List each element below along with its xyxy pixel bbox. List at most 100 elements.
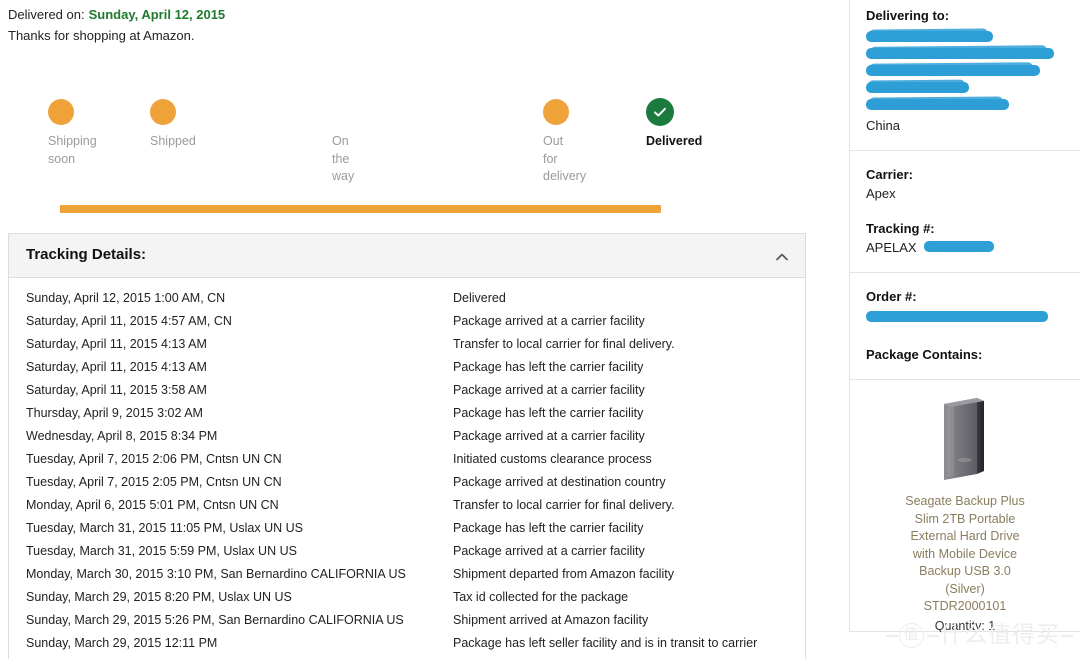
shipment-progress-tracker: Shipping soon Shipped On the way Out for… (0, 95, 845, 213)
tracking-event-timestamp: Monday, April 6, 2015 5:01 PM, Cntsn UN … (26, 498, 279, 512)
tracking-event-timestamp: Sunday, March 29, 2015 5:26 PM, San Bern… (26, 613, 404, 627)
tracker-label-on-the-way: On the way (332, 134, 355, 183)
tracking-event-row: Tuesday, March 31, 2015 11:05 PM, Uslax … (9, 517, 805, 540)
tracker-dot-delivered (646, 98, 674, 126)
tracking-event-row: Tuesday, April 7, 2015 2:06 PM, Cntsn UN… (9, 448, 805, 471)
redaction-stroke (866, 48, 1055, 59)
tracking-event-status: Package arrived at a carrier facility (453, 429, 645, 443)
tracking-event-row: Monday, April 6, 2015 5:01 PM, Cntsn UN … (9, 494, 805, 517)
tracking-event-timestamp: Tuesday, April 7, 2015 2:06 PM, Cntsn UN… (26, 452, 282, 466)
tracking-event-row: Monday, March 30, 2015 3:10 PM, San Bern… (9, 563, 805, 586)
tracker-label-shipped: Shipped (150, 134, 196, 148)
order-tracking-main: Delivered on: Sunday, April 12, 2015 Than… (0, 0, 845, 659)
watermark-dash (886, 634, 898, 637)
redaction-stroke (866, 31, 993, 42)
tracking-event-status: Package has left the carrier facility (453, 406, 644, 420)
tracking-event-status: Transfer to local carrier for final deli… (453, 337, 675, 351)
tracking-event-row: Sunday, March 29, 2015 8:20 PM, Uslax UN… (9, 586, 805, 609)
tracking-event-timestamp: Monday, March 30, 2015 3:10 PM, San Bern… (26, 567, 406, 581)
site-watermark: 值什么值得买 (885, 615, 1074, 649)
tracking-event-timestamp: Sunday, March 29, 2015 8:20 PM, Uslax UN… (26, 590, 292, 604)
tracker-dot-out-for-delivery (543, 99, 569, 125)
tracking-event-row: Tuesday, March 31, 2015 5:59 PM, Uslax U… (9, 540, 805, 563)
watermark-circle-glyph: 值 (899, 623, 924, 648)
redaction-stroke (866, 82, 969, 93)
tracking-event-status: Package arrived at a carrier facility (453, 544, 645, 558)
order-number-heading: Order #: (866, 289, 917, 304)
tracking-event-row: Sunday, April 12, 2015 1:00 AM, CN Delive… (9, 287, 805, 310)
chevron-up-icon[interactable] (773, 248, 791, 266)
tracking-event-timestamp: Saturday, April 11, 2015 3:58 AM (26, 383, 207, 397)
tracking-event-row: Sunday, March 29, 2015 12:11 PM Package h… (9, 632, 805, 655)
tracking-event-status: Shipment arrived at Amazon facility (453, 613, 649, 627)
carrier-heading: Carrier: (866, 167, 913, 182)
tracking-event-timestamp: Tuesday, March 31, 2015 11:05 PM, Uslax … (26, 521, 303, 535)
watermark-text: 什么值得买 (940, 622, 1060, 648)
tracking-number-value: APELAX (866, 240, 917, 255)
redaction-stroke (866, 99, 1009, 110)
tracking-event-timestamp: Saturday, April 11, 2015 4:13 AM (26, 360, 207, 374)
tracking-event-row: Saturday, April 11, 2015 3:58 AM Package … (9, 379, 805, 402)
order-number-section: Order #: Package Contains: (850, 273, 1080, 363)
tracking-event-row: Tuesday, April 7, 2015 2:05 PM, Cntsn UN… (9, 471, 805, 494)
tracking-event-timestamp: Wednesday, April 8, 2015 8:34 PM (26, 429, 218, 443)
watermark-dash (927, 634, 939, 637)
product-sku: STDR2000101 (923, 599, 1007, 613)
redaction-stroke (866, 311, 1049, 322)
tracking-event-status: Package arrived at a carrier facility (453, 314, 645, 328)
tracking-event-status: Package has left the carrier facility (453, 521, 644, 535)
tracking-event-row: Wednesday, April 8, 2015 8:34 PM Package … (9, 425, 805, 448)
tracker-label-shipping-soon: Shipping soon (48, 134, 97, 166)
tracker-label-out-for-delivery: Out for delivery (543, 134, 587, 183)
package-contains-heading: Package Contains: (866, 347, 983, 362)
delivering-to-section: Delivering to: China (850, 0, 1080, 134)
tracking-event-timestamp: Saturday, April 11, 2015 4:57 AM, CN (26, 314, 232, 328)
tracking-event-row: Saturday, April 11, 2015 4:13 AM Transfer… (9, 333, 805, 356)
tracking-event-status: Initiated customs clearance process (453, 452, 652, 466)
progress-bar (60, 205, 661, 213)
tracker-label-delivered: Delivered (646, 134, 703, 148)
address-country: China (866, 118, 900, 133)
tracking-event-row: Thursday, April 9, 2015 3:02 AM Package h… (9, 402, 805, 425)
tracking-event-status: Delivered (453, 291, 506, 305)
tracking-event-timestamp: Saturday, April 11, 2015 4:13 AM (26, 337, 207, 351)
tracking-number-section: Tracking #: APELAX (866, 221, 1064, 256)
delivered-on-line: Delivered on: Sunday, April 12, 2015 (8, 7, 225, 22)
product-section: Seagate Backup Plus Slim 2TB Portable Ex… (850, 380, 1080, 635)
delivered-on-label: Delivered on: (8, 7, 85, 22)
tracking-event-status: Shipment departed from Amazon facility (453, 567, 674, 581)
tracking-details-list: Sunday, April 12, 2015 1:00 AM, CN Delive… (9, 278, 805, 659)
tracking-event-status: Transfer to local carrier for final deli… (453, 498, 675, 512)
tracking-event-timestamp: Thursday, April 9, 2015 3:02 AM (26, 406, 203, 420)
carrier-section: Carrier: Apex Tracking #: APELAX (850, 151, 1080, 272)
tracking-event-row: Saturday, April 11, 2015 4:57 AM, CN Pack… (9, 310, 805, 333)
tracking-event-status: Package arrived at destination country (453, 475, 666, 489)
tracking-event-status: Package has left seller facility and is … (453, 636, 758, 650)
external-hard-drive-image[interactable] (930, 394, 1000, 486)
carrier-value: Apex (866, 186, 896, 201)
tracking-details-header[interactable]: Tracking Details: (9, 234, 805, 278)
tracking-details-title: Tracking Details: (26, 246, 147, 263)
watermark-dash (1061, 634, 1073, 637)
tracking-event-timestamp: Sunday, April 12, 2015 1:00 AM, CN (26, 291, 226, 305)
tracking-event-status: Tax id collected for the package (453, 590, 629, 604)
redaction-stroke (924, 241, 994, 252)
tracking-event-status: Package arrived at a carrier facility (453, 383, 645, 397)
thanks-message: Thanks for shopping at Amazon. (8, 28, 195, 43)
tracking-event-row: Sunday, March 29, 2015 5:26 PM, San Bern… (9, 609, 805, 632)
tracking-event-row: Saturday, April 11, 2015 4:13 AM Package … (9, 356, 805, 379)
tracking-event-status: Package has left the carrier facility (453, 360, 644, 374)
check-icon (654, 107, 666, 117)
product-title[interactable]: Seagate Backup Plus Slim 2TB Portable Ex… (901, 493, 1029, 598)
tracking-event-timestamp: Sunday, March 29, 2015 12:11 PM (26, 636, 218, 650)
shipment-info-sidebar: Delivering to: China Carrier: Apex Track… (849, 0, 1080, 635)
tracking-event-timestamp: Tuesday, April 7, 2015 2:05 PM, Cntsn UN… (26, 475, 282, 489)
tracker-dot-shipped (150, 99, 176, 125)
delivered-on-date: Sunday, April 12, 2015 (88, 7, 226, 22)
redaction-stroke (866, 65, 1041, 76)
tracker-dot-shipping-soon (48, 99, 74, 125)
delivering-to-heading: Delivering to: (866, 8, 950, 23)
redacted-address (866, 31, 1064, 110)
tracking-event-timestamp: Tuesday, March 31, 2015 5:59 PM, Uslax U… (26, 544, 297, 558)
tracking-number-heading: Tracking #: (866, 221, 935, 236)
